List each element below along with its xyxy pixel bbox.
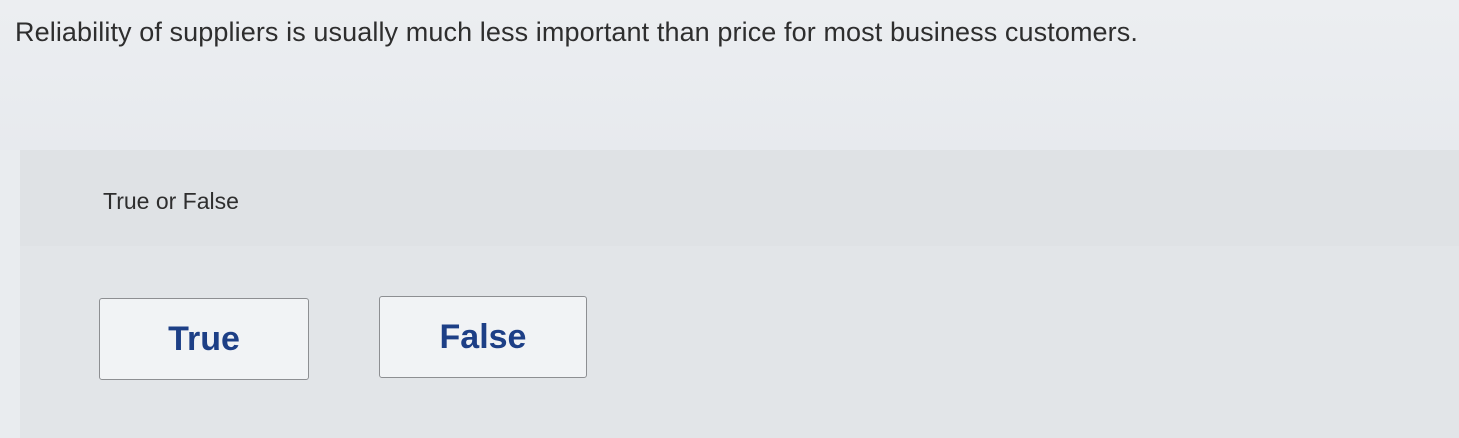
answer-panel: True or False True False: [20, 150, 1459, 438]
true-button[interactable]: True: [99, 298, 309, 380]
true-button-label: True: [168, 319, 240, 358]
true-or-false-label: True or False: [103, 188, 239, 214]
false-button[interactable]: False: [379, 296, 587, 378]
false-button-label: False: [439, 317, 527, 356]
question-text: Reliability of suppliers is usually much…: [15, 17, 1138, 47]
question-area: Reliability of suppliers is usually much…: [0, 0, 1459, 150]
